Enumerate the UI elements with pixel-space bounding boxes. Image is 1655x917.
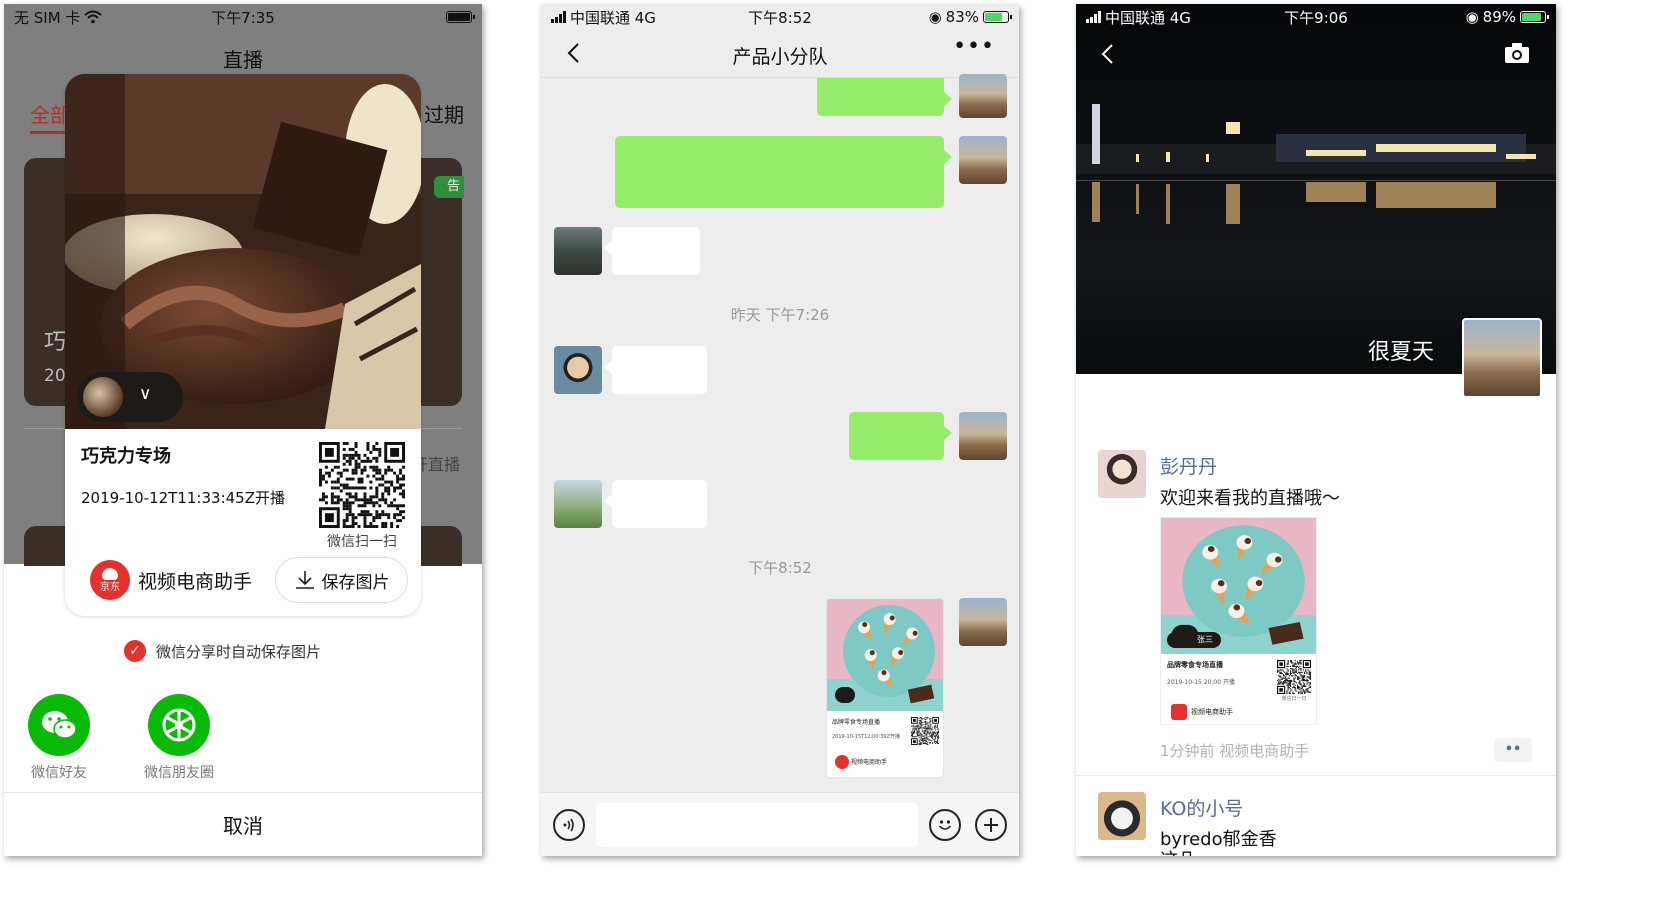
streamer-badge: 张三	[1167, 632, 1221, 648]
share-friend-label: 微信好友	[31, 765, 87, 781]
message-bubble-received[interactable]	[604, 227, 700, 275]
qr-label: 微信扫一扫	[327, 534, 397, 550]
emoji-icon[interactable]	[929, 809, 961, 841]
card-tag: 告	[434, 176, 464, 198]
card-title: 巧	[44, 330, 67, 355]
brand-logo-icon	[835, 755, 849, 769]
qr-code	[911, 717, 939, 745]
post-meta: 1分钟前 视频电商助手	[1160, 742, 1310, 760]
battery-percent: 83%	[945, 8, 979, 26]
message-bubble-sent[interactable]	[615, 136, 952, 208]
profile-avatar[interactable]	[1462, 318, 1542, 398]
wechat-icon	[28, 694, 90, 756]
battery-percent: 89%	[1482, 8, 1516, 26]
post-author-name[interactable]: KO的小号	[1160, 794, 1243, 821]
message-bubble-sent[interactable]	[849, 412, 952, 460]
post-author-name[interactable]: 彭丹丹	[1160, 452, 1217, 479]
moments-icon	[148, 694, 210, 756]
contact-avatar[interactable]	[554, 480, 602, 528]
message-bubble-received[interactable]	[604, 480, 707, 528]
status-time: 下午7:35	[211, 8, 275, 27]
card-title: 品牌零食专场直播	[1167, 661, 1223, 669]
card-time: 2019-10-15T12:00:39Z开播	[832, 734, 900, 740]
battery-icon	[983, 11, 1012, 23]
cancel-button[interactable]: 取消	[4, 810, 482, 839]
self-avatar[interactable]	[959, 598, 1007, 646]
post-image[interactable]: 张三 品牌零食专场直播 2019-10-15 20:00 开播 微信扫一扫 视频…	[1160, 517, 1317, 725]
post-author-avatar[interactable]	[1098, 792, 1146, 840]
save-image-label: 保存图片	[321, 572, 390, 593]
status-bar: 无 SIM 卡 下午7:35	[4, 4, 482, 30]
chevron-down-icon: ∨	[139, 384, 152, 404]
orientation-lock-icon: ◉	[1465, 8, 1479, 26]
post-text-clipped: 这几...	[1160, 846, 1213, 856]
page-title: 直播	[223, 48, 263, 72]
icecream-photo	[827, 599, 943, 711]
profile-name: 很夏天	[1367, 340, 1434, 365]
share-wechat-friend-button[interactable]: 微信好友	[14, 694, 104, 782]
chat-header: 产品小分队 •••	[541, 30, 1019, 78]
brand-logo-icon	[1171, 704, 1187, 720]
card-brand: 视频电商助手	[1191, 708, 1233, 716]
poster-title: 巧克力专场	[81, 446, 171, 467]
qr-code	[319, 442, 405, 528]
camera-icon[interactable]	[1504, 42, 1530, 64]
message-timestamp: 下午8:52	[748, 559, 812, 577]
share-wechat-moments-button[interactable]: 微信朋友圈	[134, 694, 224, 782]
qr-code	[1277, 660, 1311, 694]
divider	[4, 792, 482, 793]
card-time: 2019-10-15 20:00 开播	[1167, 679, 1235, 686]
self-avatar[interactable]	[959, 74, 1007, 118]
message-bubble-sent[interactable]	[817, 78, 952, 116]
tab-expired[interactable]: 过期	[424, 99, 464, 128]
divider	[1076, 775, 1556, 776]
back-chevron-icon[interactable]	[1098, 42, 1116, 66]
voice-icon[interactable]	[553, 809, 585, 841]
status-bar: 中国联通 4G 下午9:06 ◉ 89%	[1076, 4, 1556, 30]
download-icon	[295, 571, 314, 589]
tab-all[interactable]: 全部	[30, 99, 70, 134]
autosave-toggle[interactable]: ✓ 微信分享时自动保存图片	[124, 640, 321, 662]
chat-title: 产品小分队	[732, 46, 828, 68]
share-poster: ∨ 巧克力专场 2019-10-12T11:33:45Z开播 微信扫一扫 京东 …	[65, 74, 421, 616]
jd-logo-icon: 京东	[90, 560, 130, 600]
more-menu-icon[interactable]: •••	[953, 34, 995, 59]
plus-icon[interactable]	[975, 809, 1007, 841]
status-bar: 中国联通 4G 下午8:52 ◉ 83%	[541, 4, 1019, 30]
chat-input-bar	[541, 792, 1019, 856]
contact-avatar[interactable]	[554, 227, 602, 275]
streamer-avatar	[83, 377, 123, 417]
message-bubble-received[interactable]	[604, 346, 707, 394]
post-text: 欢迎来看我的直播哦～	[1160, 488, 1340, 509]
battery-icon	[1520, 11, 1549, 23]
contact-avatar[interactable]	[554, 346, 602, 394]
chat-screen: 中国联通 4G 下午8:52 ◉ 83% 产品小分队 ••• 昨天 下午7:26…	[541, 4, 1019, 856]
self-avatar[interactable]	[959, 136, 1007, 184]
brand-name: 视频电商助手	[138, 571, 253, 593]
battery-icon	[446, 11, 475, 23]
card-brand: 视频电商助手	[851, 759, 888, 766]
comment-menu-button[interactable]: ••	[1494, 738, 1532, 762]
card-number: 20	[44, 366, 66, 386]
orientation-lock-icon: ◉	[928, 8, 942, 26]
moments-screen: 中国联通 4G 下午9:06 ◉ 89% 很夏天 彭丹丹 欢迎来看我的直播哦～ …	[1076, 4, 1556, 856]
poster-start-time: 2019-10-12T11:33:45Z开播	[81, 489, 285, 507]
checkmark-icon: ✓	[124, 640, 146, 662]
autosave-label: 微信分享时自动保存图片	[156, 642, 322, 661]
post-author-avatar[interactable]	[1098, 450, 1146, 498]
share-moments-label: 微信朋友圈	[144, 765, 214, 781]
self-avatar[interactable]	[959, 412, 1007, 460]
save-image-button[interactable]: 保存图片	[275, 557, 408, 603]
share-sheet-screen: 无 SIM 卡 下午7:35 直播 全部 过期 告 巧 20 开直播 ∨ 巧克力…	[4, 4, 482, 856]
qr-label: 微信扫一扫	[1281, 696, 1307, 702]
image-message[interactable]: 品牌零食专场直播 2019-10-15T12:00:39Z开播 视频电商助手	[826, 598, 944, 778]
message-timestamp: 昨天 下午7:26	[730, 306, 830, 324]
streamer-switch[interactable]: ∨	[77, 372, 183, 422]
card-title: 品牌零食专场直播	[832, 719, 881, 726]
message-input[interactable]	[596, 803, 918, 847]
